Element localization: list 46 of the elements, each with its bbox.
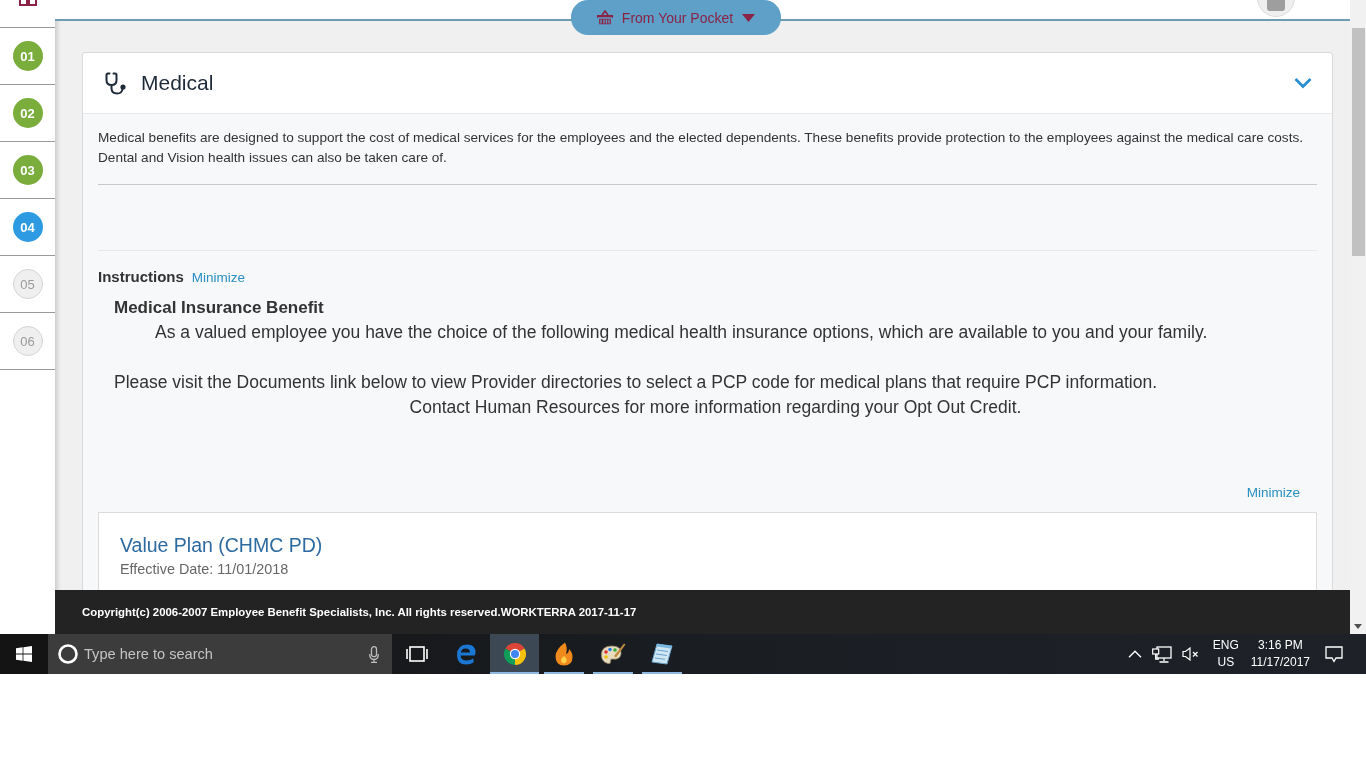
search-box[interactable]: Type here to search (48, 634, 392, 674)
search-input[interactable]: Type here to search (84, 644, 363, 664)
step-indicator[interactable]: 06 (12, 326, 43, 356)
instructions-paragraph: Please visit the Documents link below to view Provider directories to select a PCP code for medical plans that require PCP information. (114, 371, 1159, 394)
chevron-down-icon[interactable] (1294, 77, 1312, 89)
flame-icon (553, 642, 574, 666)
step-indicator[interactable]: 04 (12, 212, 43, 242)
scrollbar[interactable] (1350, 0, 1366, 634)
instructions-heading: Medical Insurance Benefit (114, 297, 325, 319)
microphone-icon[interactable] (369, 645, 379, 663)
circle-icon (58, 644, 78, 664)
step-indicator[interactable]: 01 (12, 41, 43, 71)
grid-icon (18, 0, 37, 6)
taskbar-app-button[interactable] (490, 634, 539, 674)
paint-palette-icon (599, 642, 626, 666)
minimize-link[interactable]: Minimize (1246, 484, 1300, 502)
task-view-icon (405, 646, 428, 662)
language-button[interactable]: ENG US (1207, 637, 1244, 671)
copyright-text: Copyright(c) 2006-2007 Employee Benefit Specialists, Inc. All rights reserved.WORKTERRA 2017-11-17 (82, 606, 637, 618)
plan-title: Value Plan (CHMC PD) (120, 533, 324, 558)
step-indicator[interactable]: 05 (12, 269, 43, 299)
effective-date: Effective Date: 11/01/2018 (120, 561, 290, 577)
basket-icon (596, 10, 613, 25)
instructions-paragraph: As a valued employee you have the choice of the following medical health insurance options, which are available to you and your family. (154, 321, 1209, 344)
caret-down-icon (742, 13, 756, 22)
instructions-label: Instructions (98, 267, 184, 287)
section-title: Medical (141, 71, 215, 95)
speaker-icon[interactable] (1181, 647, 1199, 661)
avatar-icon[interactable] (1257, 0, 1295, 17)
clock-button[interactable]: 3:16 PM 11/17/2017 (1245, 637, 1315, 671)
caret-up-icon[interactable] (1127, 650, 1142, 658)
scroll-down-arrow-icon[interactable] (1354, 624, 1362, 629)
network-icon[interactable] (1151, 645, 1172, 663)
stethoscope-icon (103, 71, 127, 95)
section-description: Medical benefits are designed to support the cost of medical services for the employees and the elected dependents. These benefits provide protection to the employees against the medical care costs. Dental and Vision health issues can also be taken care of. (98, 128, 1317, 185)
step-indicator[interactable]: 02 (12, 98, 43, 128)
instructions-paragraph: Contact Human Resources for more information regarding your Opt Out Credit. (408, 396, 1023, 419)
step-indicator[interactable]: 03 (12, 155, 43, 185)
pocket-menu-button[interactable]: From Your Pocket (571, 0, 781, 35)
browser-logo-icon (502, 642, 527, 666)
notification-icon[interactable] (1325, 645, 1343, 663)
minimize-link[interactable]: Minimize (191, 270, 246, 285)
windows-logo-icon (16, 646, 32, 662)
scrollbar-thumb[interactable] (1351, 28, 1365, 256)
notepad-icon (650, 643, 673, 665)
e-logo-icon (454, 643, 477, 665)
